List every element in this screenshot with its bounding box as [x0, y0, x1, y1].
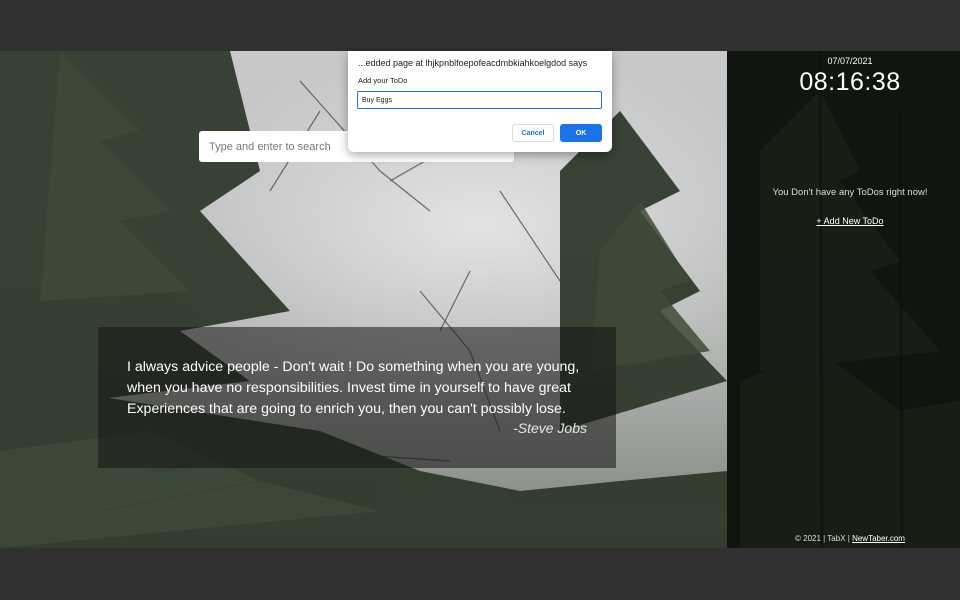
quote-card: I always advice people - Don't wait ! Do… — [98, 327, 616, 468]
quote-author: -Steve Jobs — [513, 420, 587, 436]
ok-button[interactable]: OK — [560, 124, 602, 142]
add-todo-link[interactable]: + Add New ToDo — [740, 216, 960, 226]
cancel-button[interactable]: Cancel — [512, 124, 554, 142]
footer: © 2021 | TabX | NewTaber.com — [760, 534, 940, 543]
footer-copyright: © 2021 | TabX | — [795, 534, 853, 543]
dialog-title: ...edded page at lhjkpnblfoepofeacdmbkia… — [358, 58, 588, 68]
todo-empty-message: You Don't have any ToDos right now! — [772, 187, 928, 198]
prompt-dialog: ...edded page at lhjkpnblfoepofeacdmbkia… — [348, 51, 612, 152]
dialog-prompt-label: Add your ToDo — [358, 76, 408, 85]
footer-link[interactable]: NewTaber.com — [852, 534, 905, 543]
date-display: 07/07/2021 — [827, 56, 873, 66]
todo-input-field[interactable] — [357, 91, 602, 109]
quote-text: I always advice people - Don't wait ! Do… — [127, 359, 580, 417]
time-display: 08:16:38 — [799, 68, 901, 96]
todo-side-panel — [727, 51, 960, 548]
